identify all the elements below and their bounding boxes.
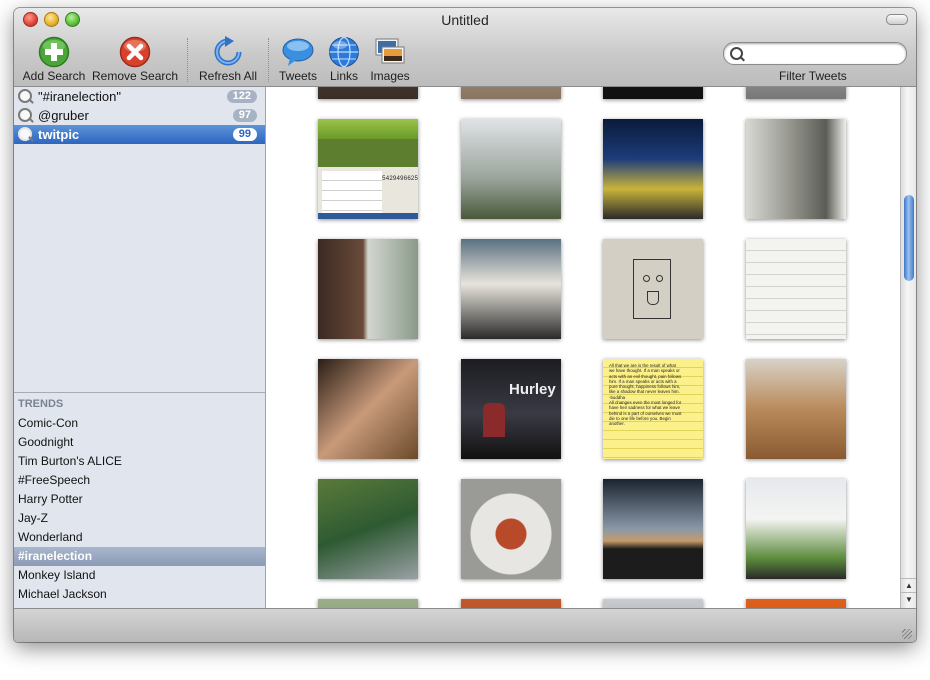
count-badge: 122 <box>226 90 257 103</box>
notepad-text: All that we are is the result of what we… <box>609 363 682 427</box>
count-badge: 97 <box>232 109 257 122</box>
trend-item[interactable]: Tim Burton's ALICE <box>14 452 265 471</box>
remove-search-button[interactable]: Remove Search <box>92 36 178 83</box>
remove-search-label: Remove Search <box>92 69 179 83</box>
trends-heading: TRENDS <box>18 398 64 410</box>
filter-tweets-field[interactable] <box>723 42 907 65</box>
image-thumbnail[interactable] <box>746 87 846 99</box>
image-thumbnail-booth[interactable] <box>603 119 703 219</box>
toolbar-separator <box>187 38 188 82</box>
magnifier-icon <box>18 108 32 122</box>
trend-item[interactable]: #FreeSpeech <box>14 471 265 490</box>
image-thumbnail-balcony[interactable] <box>318 479 418 579</box>
search-icon <box>730 47 743 60</box>
image-thumbnail-drawing[interactable] <box>603 239 703 339</box>
trend-item[interactable]: Monkey Island <box>14 566 265 585</box>
image-thumbnail-website[interactable]: 5429496625 <box>318 119 418 219</box>
image-thumbnail-neck[interactable] <box>318 239 418 339</box>
saved-search-gruber[interactable]: @gruber 97 <box>14 106 265 125</box>
app-window: Untitled Add Search Remove Search Refres… <box>14 8 916 642</box>
tweets-view-button[interactable]: Tweets <box>278 36 318 83</box>
filter-tweets-label: Filter Tweets <box>779 69 847 83</box>
trend-item[interactable]: Wonderland <box>14 528 265 547</box>
trend-label: Harry Potter <box>18 492 83 506</box>
trend-label: Jay-Z <box>18 511 48 525</box>
trend-label: Comic-Con <box>18 416 79 430</box>
trend-label: Monkey Island <box>18 568 96 582</box>
images-view-button[interactable]: Images <box>368 36 412 83</box>
magnifier-icon <box>18 127 32 141</box>
image-thumbnail-pasta[interactable] <box>461 479 561 579</box>
trend-item-selected[interactable]: #iranelection <box>14 547 265 566</box>
saved-search-label: "#iranelection" <box>38 89 121 104</box>
image-thumbnail[interactable] <box>603 87 703 99</box>
photos-icon <box>374 36 406 68</box>
count-badge: 99 <box>232 128 257 141</box>
image-thumbnail[interactable] <box>746 599 846 608</box>
image-thumbnail-dog[interactable] <box>746 359 846 459</box>
speech-bubble-icon <box>282 36 314 68</box>
title-toolbar: Untitled Add Search Remove Search Refres… <box>14 8 916 87</box>
image-thumbnail-notes[interactable] <box>746 239 846 339</box>
refresh-icon <box>212 36 244 68</box>
image-thumbnail-group[interactable] <box>746 479 846 579</box>
trend-label: Goodnight <box>18 435 74 449</box>
links-view-button[interactable]: Links <box>326 36 362 83</box>
add-search-label: Add Search <box>22 69 86 83</box>
scroll-down-arrow[interactable]: ▼ <box>901 592 916 606</box>
add-search-button[interactable]: Add Search <box>22 36 86 83</box>
image-thumbnail-interview[interactable] <box>461 239 561 339</box>
saved-search-label: @gruber <box>38 108 89 123</box>
scroll-up-arrow[interactable]: ▲ <box>901 578 916 592</box>
image-thumbnail[interactable] <box>603 599 703 608</box>
image-thumbnail-notepad[interactable]: All that we are is the result of what we… <box>603 359 703 459</box>
refresh-all-button[interactable]: Refresh All <box>197 36 259 83</box>
add-icon <box>38 36 70 68</box>
image-thumbnail-hurley[interactable]: Hurley <box>461 359 561 459</box>
trend-label: Michael Jackson <box>18 587 107 601</box>
image-grid: 5429496625 Hurley All that we are is the… <box>266 87 900 608</box>
status-bar <box>14 608 916 642</box>
saved-searches-list: "#iranelection" 122 @gruber 97 twitpic 9… <box>14 87 265 391</box>
trend-item[interactable]: Jay-Z <box>14 509 265 528</box>
saved-search-twitpic[interactable]: twitpic 99 <box>14 125 265 144</box>
links-label: Links <box>329 69 358 83</box>
website-number: 5429496625 <box>382 175 418 182</box>
tweets-label: Tweets <box>278 69 317 83</box>
saved-search-label: twitpic <box>38 127 80 142</box>
trends-panel: TRENDS Comic-Con Goodnight Tim Burton's … <box>14 392 265 609</box>
trend-label: Tim Burton's ALICE <box>18 454 122 468</box>
image-thumbnail[interactable] <box>318 87 418 99</box>
trend-item[interactable]: Goodnight <box>14 433 265 452</box>
trend-item[interactable]: Harry Potter <box>14 490 265 509</box>
scrollbar-thumb[interactable] <box>904 195 914 281</box>
image-thumbnail[interactable] <box>461 87 561 99</box>
toolbar-toggle-button[interactable] <box>886 14 908 25</box>
image-thumbnail-sneakers[interactable] <box>318 359 418 459</box>
sidebar: "#iranelection" 122 @gruber 97 twitpic 9… <box>14 87 266 608</box>
vertical-scrollbar[interactable]: ▲ ▼ <box>900 87 916 608</box>
image-thumbnail[interactable] <box>461 599 561 608</box>
trend-label: Wonderland <box>18 530 83 544</box>
trend-label: #FreeSpeech <box>18 473 91 487</box>
images-label: Images <box>370 69 410 83</box>
image-thumbnail-hallway[interactable] <box>746 119 846 219</box>
window-title: Untitled <box>441 12 489 28</box>
trend-label: #iranelection <box>18 549 93 563</box>
magnifier-icon <box>18 89 32 103</box>
trend-item[interactable]: Comic-Con <box>14 414 265 433</box>
hurley-sign: Hurley <box>509 381 556 398</box>
trend-item[interactable]: Michael Jackson <box>14 585 265 604</box>
remove-icon <box>119 36 151 68</box>
image-thumbnail-sunset[interactable] <box>603 479 703 579</box>
image-thumbnail[interactable] <box>318 599 418 608</box>
image-thumbnail-tree[interactable] <box>461 119 561 219</box>
toolbar-separator <box>268 38 269 82</box>
globe-icon <box>328 36 360 68</box>
resize-grip-icon[interactable] <box>902 629 912 639</box>
refresh-all-label: Refresh All <box>198 69 258 83</box>
saved-search-iranelection[interactable]: "#iranelection" 122 <box>14 87 265 106</box>
